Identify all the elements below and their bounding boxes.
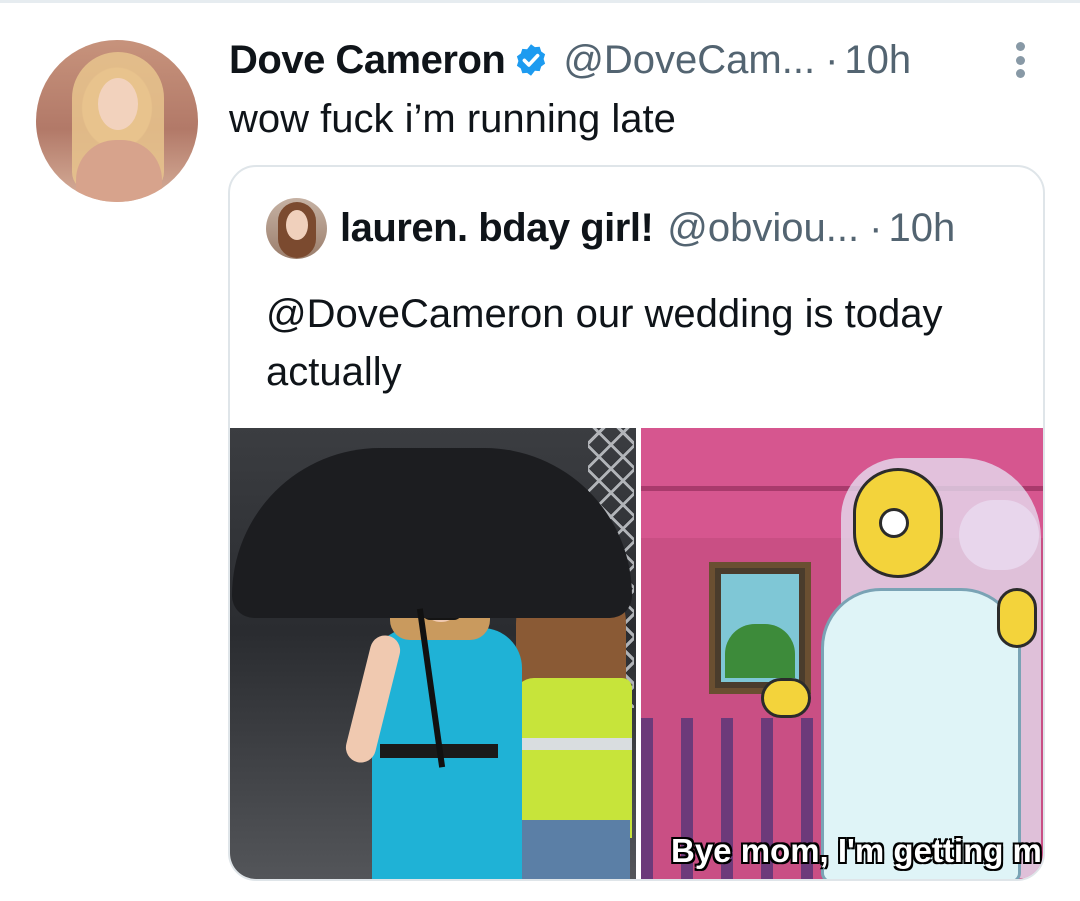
safety-vest <box>514 678 632 838</box>
bouquet <box>959 500 1039 570</box>
more-dot <box>1015 69 1025 78</box>
picture-frame-tree <box>725 624 795 678</box>
avatar-face <box>98 78 138 130</box>
author-avatar[interactable] <box>36 40 198 202</box>
quoted-author-avatar[interactable] <box>266 198 327 259</box>
avatar-face <box>286 210 308 240</box>
meme-caption: Bye mom, I'm getting m <box>671 832 1042 869</box>
separator-dot: · <box>869 205 883 250</box>
author-name[interactable]: Dove Cameron <box>229 38 506 83</box>
cartoon-hand <box>761 678 811 718</box>
more-dot <box>1015 42 1025 51</box>
quoted-tweet-header: lauren. bday girl! @obviou... · 10h <box>340 203 955 253</box>
author-handle[interactable]: @DoveCam... <box>563 38 815 83</box>
quoted-author-name[interactable]: lauren. bday girl! <box>340 206 654 251</box>
cartoon-eye <box>879 508 909 538</box>
umbrella <box>232 448 632 618</box>
top-divider <box>0 0 1080 3</box>
tweet-text: wow fuck i’m running late <box>229 97 676 141</box>
quoted-tweet-text: @DoveCameron our wedding is today actual… <box>266 292 943 394</box>
verified-badge-icon <box>517 44 546 76</box>
denim-shorts <box>520 820 630 879</box>
media-photo-umbrella[interactable] <box>230 428 636 879</box>
tweet-time[interactable]: 10h <box>844 38 911 83</box>
quoted-media-grid: Bye mom, I'm getting m <box>230 428 1043 879</box>
more-options-icon[interactable] <box>1002 38 1038 82</box>
media-cartoon-wedding[interactable]: Bye mom, I'm getting m <box>641 428 1043 879</box>
quoted-author-handle[interactable]: @obviou... <box>667 206 859 251</box>
cartoon-hand <box>997 588 1037 648</box>
quoted-tweet[interactable]: lauren. bday girl! @obviou... · 10h @Dov… <box>228 165 1045 881</box>
more-dot <box>1015 55 1025 65</box>
vest-stripe <box>514 738 632 750</box>
quoted-tweet-time[interactable]: 10h <box>888 206 955 251</box>
separator-dot: · <box>825 37 839 82</box>
tweet-header: Dove Cameron @DoveCam... · 10h <box>229 36 911 84</box>
